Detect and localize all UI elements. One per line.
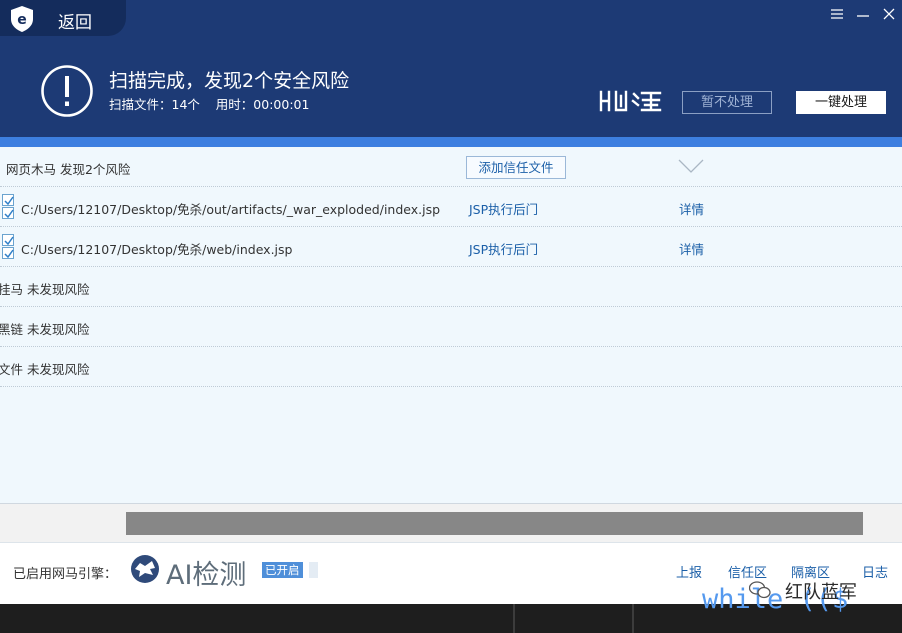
- result-header: e 返回 扫描完成，发现2个安全风险 扫描文件：14个 用时：00:00:01: [0, 0, 902, 137]
- add-trust-file-button[interactable]: 添加信任文件: [466, 156, 566, 179]
- alert-icon: [41, 65, 93, 117]
- scan-result-title: 扫描完成，发现2个安全风险: [109, 70, 350, 92]
- divider: [632, 604, 634, 633]
- menu-icon[interactable]: [824, 0, 850, 28]
- item-checkbox[interactable]: [2, 194, 15, 220]
- accent-bar: [0, 137, 902, 147]
- group-title: 挂马 未发现风险: [0, 282, 90, 297]
- ai-badge-tail: [309, 562, 318, 578]
- group-row-file[interactable]: 文件 未发现风险: [0, 347, 902, 387]
- engine-label: 已启用网马引擎：: [13, 567, 118, 582]
- wechat-icon: [749, 581, 771, 599]
- log-link[interactable]: 日志: [862, 562, 888, 581]
- scan-stats: 扫描文件：14个 用时：00:00:01: [109, 97, 310, 112]
- glyph-mark-icon: [599, 90, 662, 112]
- horizontal-scrollbar[interactable]: [0, 503, 902, 542]
- result-list: 网页木马 发现2个风险 添加信任文件 C:/Users/12107/Deskto…: [0, 147, 902, 503]
- group-row-black-link[interactable]: 黑链 未发现风险: [0, 307, 902, 347]
- scan-result-window: e 返回 扫描完成，发现2个安全风险 扫描文件：14个 用时：00:00:01: [0, 0, 902, 604]
- one-click-fix-button[interactable]: 一键处理: [796, 91, 886, 114]
- file-path: C:/Users/12107/Desktop/免杀/web/index.jsp: [21, 242, 293, 257]
- minimize-icon[interactable]: [850, 0, 876, 28]
- svg-text:e: e: [17, 12, 27, 28]
- ignore-button[interactable]: 暂不处理: [682, 91, 772, 114]
- group-title: 网页木马 发现2个风险: [6, 162, 131, 177]
- scrollbar-thumb[interactable]: [126, 512, 863, 535]
- details-link[interactable]: 详情: [679, 239, 704, 258]
- window-controls: [824, 0, 902, 28]
- list-item: C:/Users/12107/Desktop/免杀/out/artifacts/…: [0, 187, 902, 227]
- list-item: C:/Users/12107/Desktop/免杀/web/index.jsp …: [0, 227, 902, 267]
- item-checkbox[interactable]: [2, 234, 15, 260]
- group-row-trojan-link[interactable]: 挂马 未发现风险: [0, 267, 902, 307]
- ai-status-badge[interactable]: 已开启: [262, 562, 303, 578]
- divider: [513, 604, 515, 633]
- title-tab: e 返回: [0, 0, 126, 36]
- report-link[interactable]: 上报: [676, 562, 702, 581]
- trust-zone-link[interactable]: 信任区: [728, 562, 767, 581]
- back-link[interactable]: 返回: [58, 8, 92, 33]
- ai-detection-title: AI检测: [166, 560, 247, 591]
- ai-engine-logo-icon: [131, 555, 159, 583]
- watermark-text: 红队蓝军: [785, 582, 857, 603]
- app-logo-icon: e: [11, 6, 33, 32]
- details-link[interactable]: 详情: [679, 199, 704, 218]
- group-row-webshell[interactable]: 网页木马 发现2个风险 添加信任文件: [0, 147, 902, 187]
- group-title: 文件 未发现风险: [0, 362, 90, 377]
- close-icon[interactable]: [876, 0, 902, 28]
- chevron-down-icon[interactable]: [678, 159, 704, 173]
- file-path: C:/Users/12107/Desktop/免杀/out/artifacts/…: [21, 202, 441, 217]
- group-title: 黑链 未发现风险: [0, 322, 90, 337]
- threat-type-link[interactable]: JSP执行后门: [469, 199, 538, 218]
- threat-type-link[interactable]: JSP执行后门: [469, 239, 538, 258]
